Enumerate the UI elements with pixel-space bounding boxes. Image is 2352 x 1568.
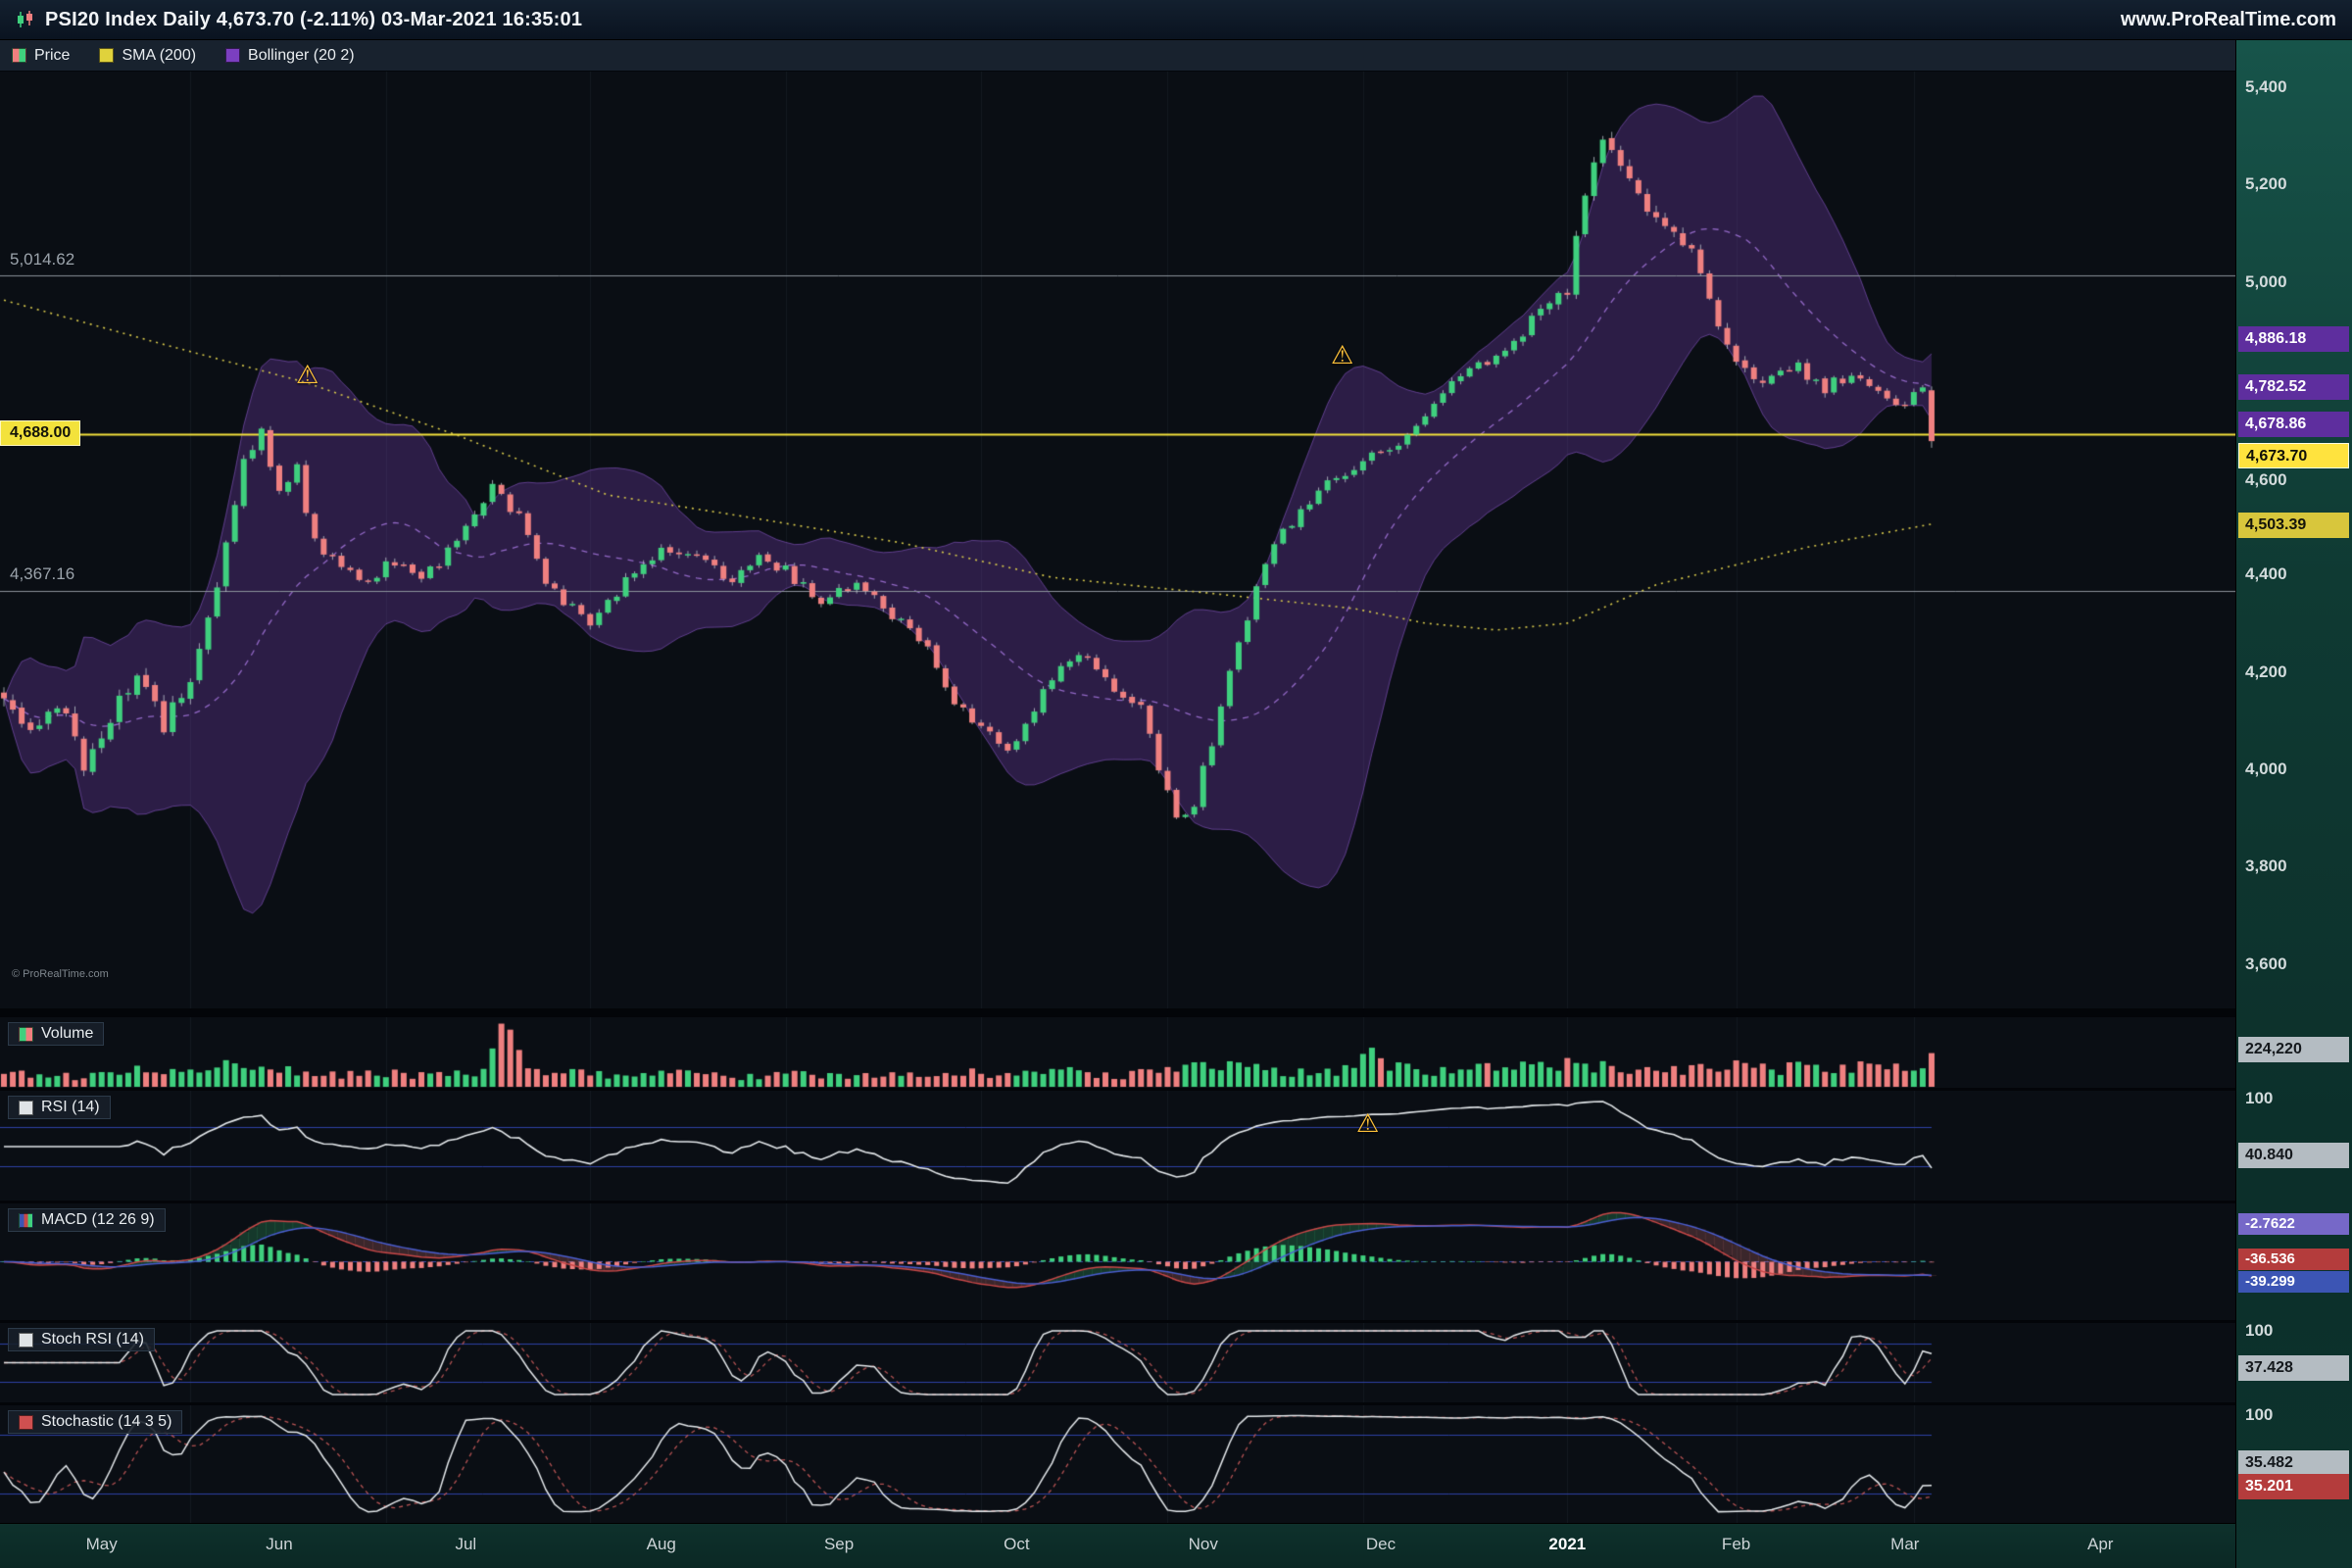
price-badge: 35.201 xyxy=(2238,1474,2349,1499)
bollinger-swatch-icon xyxy=(225,48,240,63)
x-axis-month-label: Mar xyxy=(1890,1535,1919,1554)
warning-icon[interactable]: ⚠ xyxy=(1331,342,1353,368)
warning-icon[interactable]: ⚠ xyxy=(296,362,318,387)
volume-panel[interactable]: Volume xyxy=(0,1017,2235,1088)
instrument-title: PSI20 Index Daily 4,673.70 (-2.11%) 03-M… xyxy=(45,9,582,31)
warning-icon[interactable]: ⚠ xyxy=(1356,1110,1379,1136)
price-badge: 4,503.39 xyxy=(2238,513,2349,538)
macd-canvas[interactable] xyxy=(0,1203,2235,1320)
website-link[interactable]: www.ProRealTime.com xyxy=(2121,9,2336,31)
axis-tick-label: 100 xyxy=(2245,1321,2273,1341)
rsi-legend[interactable]: RSI (14) xyxy=(8,1096,111,1119)
price-chart-panel[interactable]: 5,014.62 4,688.00 4,367.16 © ProRealTime… xyxy=(0,72,2235,1008)
x-axis-month-label: Dec xyxy=(1366,1535,1396,1554)
chart-application: PSI20 Index Daily 4,673.70 (-2.11%) 03-M… xyxy=(0,0,2352,1568)
x-axis-month-label: Aug xyxy=(647,1535,676,1554)
axis-tick-label: 4,000 xyxy=(2245,760,2287,779)
price-badge: -36.536 xyxy=(2238,1249,2349,1270)
legend-price-label: Price xyxy=(34,47,70,65)
stochastic-swatch-icon xyxy=(19,1415,33,1430)
price-badge: -39.299 xyxy=(2238,1271,2349,1293)
main-legend-bar: Price SMA (200) Bollinger (20 2) xyxy=(0,40,2235,72)
price-badge: -2.7622 xyxy=(2238,1213,2349,1235)
volume-canvas[interactable] xyxy=(0,1017,2235,1088)
stochastic-legend[interactable]: Stochastic (14 3 5) xyxy=(8,1410,182,1434)
stoch-rsi-swatch-icon xyxy=(19,1333,33,1348)
rsi-canvas[interactable] xyxy=(0,1091,2235,1200)
x-axis-month-label: Jun xyxy=(266,1535,292,1554)
x-axis-month-label: May xyxy=(86,1535,118,1554)
price-badge: 37.428 xyxy=(2238,1355,2349,1381)
axis-tick-label: 4,600 xyxy=(2245,470,2287,490)
legend-price[interactable]: Price xyxy=(12,47,70,65)
watermark: © ProRealTime.com xyxy=(12,968,109,980)
app-icon xyxy=(16,10,35,29)
volume-legend-label: Volume xyxy=(41,1025,93,1043)
stochastic-canvas[interactable] xyxy=(0,1405,2235,1523)
rsi-legend-label: RSI (14) xyxy=(41,1099,100,1116)
price-chart-canvas[interactable] xyxy=(0,72,2235,1008)
volume-legend[interactable]: Volume xyxy=(8,1022,104,1046)
price-badge: 224,220 xyxy=(2238,1037,2349,1062)
macd-legend-label: MACD (12 26 9) xyxy=(41,1211,155,1229)
rsi-panel[interactable]: RSI (14) ⚠ xyxy=(0,1091,2235,1200)
price-badge: 4,782.52 xyxy=(2238,374,2349,400)
price-badge: 40.840 xyxy=(2238,1143,2349,1168)
price-badge: 4,678.86 xyxy=(2238,412,2349,437)
axis-tick-label: 5,200 xyxy=(2245,174,2287,194)
axis-tick-label: 3,600 xyxy=(2245,955,2287,974)
price-axis-column[interactable]: 5,400 5,200 5,000 4,886.18 4,782.52 4,678.86 4… xyxy=(2235,40,2352,1568)
axis-tick-label: 3,800 xyxy=(2245,857,2287,876)
hline-label-5014[interactable]: 5,014.62 xyxy=(10,250,74,270)
x-axis-month-label: Feb xyxy=(1722,1535,1750,1554)
axis-tick-label: 5,000 xyxy=(2245,272,2287,292)
axis-tick-label: 4,400 xyxy=(2245,564,2287,584)
hline-label-4367[interactable]: 4,367.16 xyxy=(10,564,74,584)
price-badge: 4,886.18 xyxy=(2238,326,2349,352)
macd-legend[interactable]: MACD (12 26 9) xyxy=(8,1208,166,1232)
stoch-rsi-legend-label: Stoch RSI (14) xyxy=(41,1331,144,1348)
x-axis-month-label: Nov xyxy=(1189,1535,1218,1554)
legend-sma-label: SMA (200) xyxy=(122,47,196,65)
axis-tick-label: 4,200 xyxy=(2245,662,2287,682)
price-badge: 35.482 xyxy=(2238,1450,2349,1476)
title-bar: PSI20 Index Daily 4,673.70 (-2.11%) 03-M… xyxy=(0,0,2352,40)
x-axis-month-label: Sep xyxy=(824,1535,854,1554)
panel-separator[interactable] xyxy=(0,1008,2235,1017)
legend-bollinger[interactable]: Bollinger (20 2) xyxy=(225,47,355,65)
time-axis[interactable]: May Jun Jul Aug Sep Oct Nov Dec 2021 Feb Mar Apr xyxy=(0,1523,2235,1568)
legend-sma[interactable]: SMA (200) xyxy=(99,47,196,65)
axis-tick-label: 100 xyxy=(2245,1405,2273,1425)
stochastic-panel[interactable]: Stochastic (14 3 5) xyxy=(0,1405,2235,1523)
macd-swatch-icon xyxy=(19,1213,33,1228)
stoch-rsi-legend[interactable]: Stoch RSI (14) xyxy=(8,1328,155,1351)
macd-panel[interactable]: MACD (12 26 9) xyxy=(0,1203,2235,1320)
stoch-rsi-canvas[interactable] xyxy=(0,1323,2235,1402)
axis-tick-label: 5,400 xyxy=(2245,77,2287,97)
axis-tick-label: 100 xyxy=(2245,1089,2273,1108)
volume-swatch-icon xyxy=(19,1027,33,1042)
stoch-rsi-panel[interactable]: Stoch RSI (14) xyxy=(0,1323,2235,1402)
sma-swatch-icon xyxy=(99,48,114,63)
x-axis-month-label: Apr xyxy=(2087,1535,2113,1554)
x-axis-month-label: Jul xyxy=(455,1535,476,1554)
price-badge: 4,673.70 xyxy=(2238,443,2349,468)
x-axis-month-label: 2021 xyxy=(1548,1535,1586,1554)
x-axis-month-label: Oct xyxy=(1004,1535,1029,1554)
stochastic-legend-label: Stochastic (14 3 5) xyxy=(41,1413,172,1431)
price-swatch-icon xyxy=(12,48,26,63)
rsi-swatch-icon xyxy=(19,1101,33,1115)
hline-label-4688[interactable]: 4,688.00 xyxy=(0,420,80,446)
legend-bollinger-label: Bollinger (20 2) xyxy=(248,47,355,65)
